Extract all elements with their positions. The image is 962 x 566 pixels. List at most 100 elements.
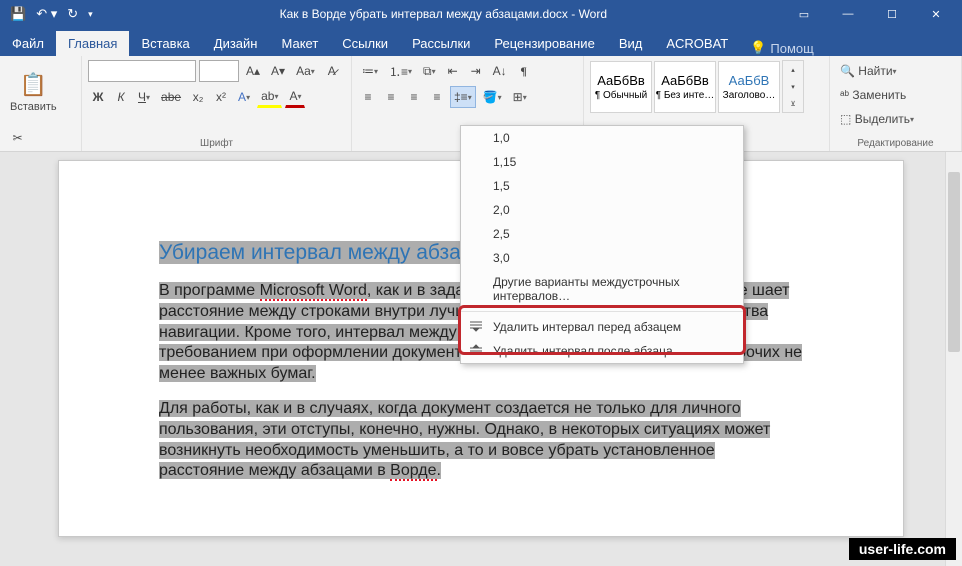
remove-space-before[interactable]: Удалить интервал перед абзацем (461, 315, 743, 339)
window-title: Как в Ворде убрать интервал между абзаца… (103, 7, 784, 21)
tab-acrobat[interactable]: ACROBAT (654, 31, 740, 56)
style-sample-text: АаБбВ (729, 73, 770, 88)
clear-formatting-button[interactable]: A̷ (322, 60, 342, 82)
style-heading1-label: Заголово… (723, 90, 776, 101)
group-clipboard: 📋 Вставить ✂ ⎘ 🖌 Буфер обм… (0, 56, 82, 151)
replace-label: Заменить (852, 88, 906, 102)
tab-home[interactable]: Главная (56, 31, 129, 56)
font-name-input[interactable] (88, 60, 196, 82)
tab-view[interactable]: Вид (607, 31, 655, 56)
line-spacing-button[interactable]: ‡≡ (450, 86, 476, 108)
minimize-button[interactable]: — (828, 4, 868, 24)
ribbon-tabs: Файл Главная Вставка Дизайн Макет Ссылки… (0, 28, 962, 56)
scrollbar-thumb[interactable] (948, 172, 960, 352)
line-spacing-menu: 1,0 1,15 1,5 2,0 2,5 3,0 Другие варианты… (460, 125, 744, 364)
remove-before-label: Удалить интервал перед абзацем (493, 320, 681, 334)
style-nospacing[interactable]: АаБбВв ¶ Без инте… (654, 61, 716, 113)
align-left-button[interactable]: ≡ (358, 86, 378, 108)
change-case-button[interactable]: Aa (292, 60, 319, 82)
subscript-button[interactable]: x₂ (188, 86, 208, 108)
underline-button[interactable]: Ч (134, 86, 154, 108)
ribbon-display-icon[interactable]: ▭ (784, 4, 824, 24)
find-label: Найти (858, 64, 892, 78)
cut-button[interactable]: ✂ (6, 127, 29, 149)
borders-button[interactable]: ⊞ (509, 86, 531, 108)
close-button[interactable]: ✕ (916, 4, 956, 24)
replace-button[interactable]: ᵃᵇ Заменить (836, 84, 928, 106)
highlight-button[interactable]: ab (257, 86, 282, 108)
spacing-option-1-0[interactable]: 1,0 (461, 126, 743, 150)
styles-up-button[interactable]: ▴ (783, 61, 803, 78)
redo-icon[interactable]: ↻ (67, 6, 78, 22)
quick-access-toolbar: 💾 ↶ ▾ ↻ ▾ (0, 6, 103, 22)
tab-review[interactable]: Рецензирование (482, 31, 606, 56)
save-icon[interactable]: 💾 (10, 6, 26, 22)
text-effects-button[interactable]: A (234, 86, 254, 108)
tab-mailings[interactable]: Рассылки (400, 31, 482, 56)
window-controls: ▭ — ☐ ✕ (784, 4, 962, 24)
remove-after-icon (469, 344, 483, 356)
multilevel-list-button[interactable]: ⧉ (419, 60, 440, 82)
tab-design[interactable]: Дизайн (202, 31, 270, 56)
tab-file[interactable]: Файл (0, 31, 56, 56)
find-button[interactable]: 🔍 Найти (836, 60, 928, 82)
remove-before-icon (469, 320, 483, 332)
group-font: A▴ A▾ Aa A̷ Ж К Ч abe x₂ x² A ab A Шрифт (82, 56, 352, 151)
find-icon: 🔍 (840, 64, 855, 78)
show-marks-button[interactable]: ¶ (514, 60, 534, 82)
tab-layout[interactable]: Макет (269, 31, 330, 56)
qat-customize-icon[interactable]: ▾ (88, 9, 93, 20)
sort-button[interactable]: A↓ (489, 60, 511, 82)
bold-button[interactable]: Ж (88, 86, 108, 108)
italic-button[interactable]: К (111, 86, 131, 108)
replace-icon: ᵃᵇ (840, 88, 849, 102)
undo-icon[interactable]: ↶ ▾ (36, 6, 57, 22)
decrease-indent-button[interactable]: ⇤ (443, 60, 463, 82)
style-sample-text: АаБбВв (597, 73, 645, 88)
style-nospacing-label: ¶ Без инте… (656, 90, 715, 101)
numbering-button[interactable]: ⒈≡ (385, 60, 416, 82)
remove-space-after[interactable]: Удалить интервал после абзаца (461, 339, 743, 363)
align-center-button[interactable]: ≡ (381, 86, 401, 108)
titlebar: 💾 ↶ ▾ ↻ ▾ Как в Ворде убрать интервал ме… (0, 0, 962, 28)
style-sample-text: АаБбВв (661, 73, 709, 88)
tab-references[interactable]: Ссылки (330, 31, 400, 56)
menu-separator (461, 311, 743, 312)
editing-group-label: Редактирование (836, 136, 955, 149)
maximize-button[interactable]: ☐ (872, 4, 912, 24)
styles-more-button[interactable]: ⊻ (783, 95, 803, 112)
styles-down-button[interactable]: ▾ (783, 78, 803, 95)
shrink-font-button[interactable]: A▾ (267, 60, 289, 82)
tell-me-label: Помощ (770, 41, 813, 56)
shading-button[interactable]: 🪣 (479, 86, 506, 108)
tell-me[interactable]: 💡 Помощ (750, 40, 814, 56)
spacing-option-1-5[interactable]: 1,5 (461, 174, 743, 198)
style-normal-label: ¶ Обычный (595, 90, 647, 101)
font-size-input[interactable] (199, 60, 239, 82)
font-color-button[interactable]: A (285, 86, 305, 108)
spacing-option-2-0[interactable]: 2,0 (461, 198, 743, 222)
grow-font-button[interactable]: A▴ (242, 60, 264, 82)
superscript-button[interactable]: x² (211, 86, 231, 108)
bulb-icon: 💡 (750, 40, 766, 56)
clipboard-icon: 📋 (20, 72, 47, 98)
align-right-button[interactable]: ≡ (404, 86, 424, 108)
vertical-scrollbar[interactable] (945, 152, 962, 566)
font-group-label: Шрифт (88, 136, 345, 149)
remove-after-label: Удалить интервал после абзаца (493, 344, 673, 358)
spacing-other-options[interactable]: Другие варианты междустрочных интервалов… (461, 270, 743, 308)
paste-button[interactable]: 📋 Вставить (6, 60, 61, 124)
spacing-option-1-15[interactable]: 1,15 (461, 150, 743, 174)
spacing-option-3-0[interactable]: 3,0 (461, 246, 743, 270)
increase-indent-button[interactable]: ⇥ (466, 60, 486, 82)
select-button[interactable]: ⬚ Выделить (836, 108, 928, 130)
spacing-option-2-5[interactable]: 2,5 (461, 222, 743, 246)
style-heading1[interactable]: АаБбВ Заголово… (718, 61, 780, 113)
paste-label: Вставить (10, 101, 57, 113)
style-normal[interactable]: АаБбВв ¶ Обычный (590, 61, 652, 113)
justify-button[interactable]: ≡ (427, 86, 447, 108)
bullets-button[interactable]: ≔ (358, 60, 382, 82)
tab-insert[interactable]: Вставка (129, 31, 201, 56)
group-editing: 🔍 Найти ᵃᵇ Заменить ⬚ Выделить Редактиро… (830, 56, 962, 151)
strikethrough-button[interactable]: abe (157, 86, 185, 108)
